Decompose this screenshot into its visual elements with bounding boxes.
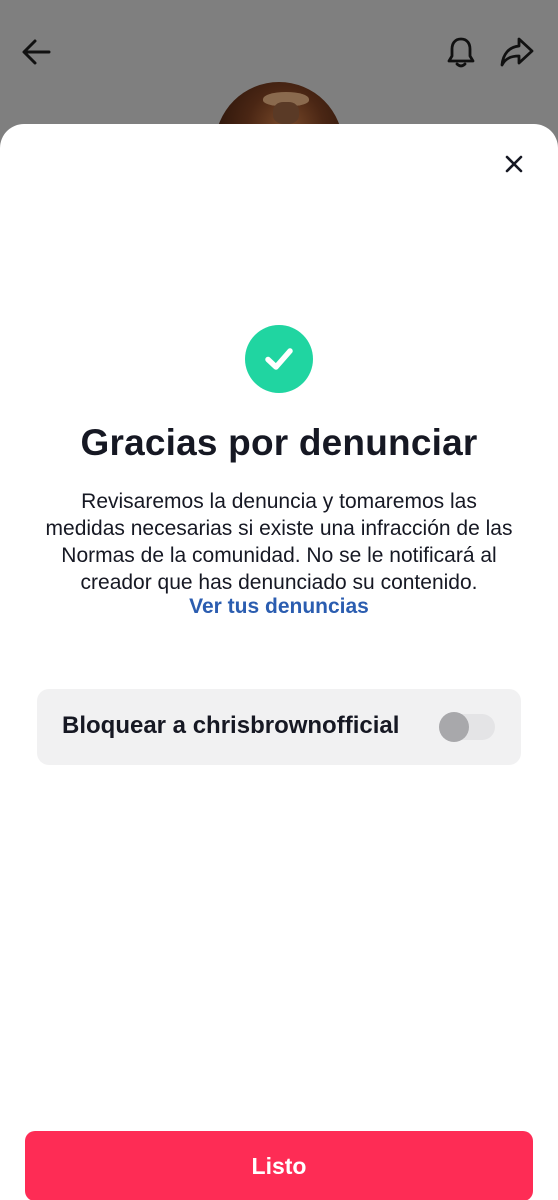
arrow-left-icon	[22, 39, 51, 65]
back-button[interactable]	[17, 32, 57, 72]
report-confirmation-sheet: Gracias por denunciar Revisaremos la den…	[0, 124, 558, 1200]
block-user-toggle[interactable]	[439, 712, 495, 742]
sheet-title: Gracias por denunciar	[80, 422, 478, 463]
close-icon	[505, 155, 523, 173]
checkmark-icon	[265, 348, 293, 370]
close-button[interactable]	[496, 146, 532, 182]
view-reports-link[interactable]: Ver tus denuncias	[0, 595, 558, 619]
done-button[interactable]: Listo	[25, 1131, 533, 1200]
avatar-face	[273, 102, 299, 124]
share-button[interactable]	[497, 32, 537, 72]
block-user-option[interactable]: Bloquear a chrisbrownofficial	[37, 689, 521, 765]
block-user-label: Bloquear a chrisbrownofficial	[62, 712, 400, 739]
share-arrow-icon	[500, 37, 534, 67]
sheet-description: Revisaremos la denuncia y tomaremos las …	[45, 490, 513, 594]
toggle-knob	[439, 712, 469, 742]
success-badge	[245, 325, 313, 393]
notifications-button[interactable]	[441, 32, 481, 72]
bell-icon	[447, 37, 475, 68]
